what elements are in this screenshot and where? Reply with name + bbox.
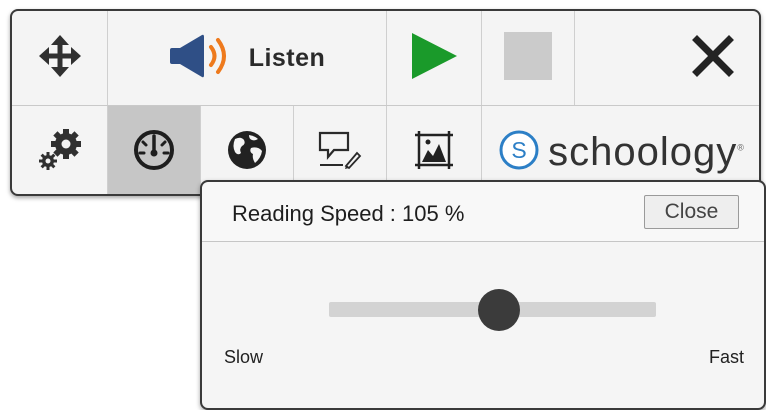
reading-speed-popup: Reading Speed : 105 % Close Slow Fast bbox=[200, 180, 766, 410]
brand-name: schoology bbox=[548, 129, 738, 174]
stop-button[interactable] bbox=[482, 11, 575, 105]
schoology-logo-icon: S bbox=[498, 129, 540, 176]
play-icon bbox=[409, 31, 459, 86]
fast-label: Fast bbox=[709, 347, 745, 367]
play-button[interactable] bbox=[387, 11, 482, 105]
listen-label: Listen bbox=[248, 43, 326, 72]
speaker-icon bbox=[169, 31, 235, 86]
popup-header: Reading Speed : 105 % Close bbox=[202, 182, 764, 242]
move-handle[interactable] bbox=[12, 11, 108, 105]
stop-icon bbox=[503, 31, 553, 86]
popup-close-button[interactable]: Close bbox=[644, 195, 739, 229]
reading-speed-button[interactable] bbox=[108, 106, 201, 194]
close-toolbar-button[interactable] bbox=[575, 11, 759, 105]
speedometer-icon bbox=[132, 128, 176, 177]
slow-label: Slow bbox=[224, 347, 264, 367]
reading-speed-title: Reading Speed : 105 % bbox=[232, 201, 465, 226]
listen-button[interactable]: Listen bbox=[108, 11, 387, 105]
annotate-icon bbox=[317, 130, 363, 175]
toolbar-row-top: Listen bbox=[12, 11, 759, 106]
close-icon bbox=[691, 34, 735, 83]
trademark: ® bbox=[737, 142, 745, 153]
speed-slider-thumb[interactable] bbox=[478, 289, 520, 331]
reading-toolbar: Listen S schoology® bbox=[10, 9, 761, 196]
gears-icon bbox=[35, 128, 85, 177]
picture-dictionary-icon bbox=[414, 130, 454, 175]
globe-icon bbox=[225, 128, 269, 177]
settings-button[interactable] bbox=[12, 106, 108, 194]
schoology-wordmark: schoology® bbox=[548, 130, 745, 175]
move-arrows-icon bbox=[38, 34, 82, 83]
svg-text:S: S bbox=[511, 137, 526, 163]
